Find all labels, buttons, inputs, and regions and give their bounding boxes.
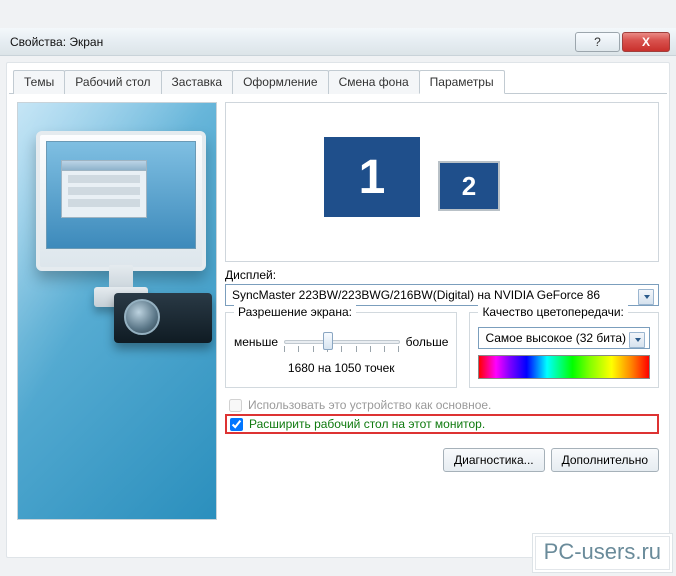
monitor-tile-1[interactable]: 1 [322,135,422,219]
tab-screensaver[interactable]: Заставка [161,70,234,94]
window-title: Свойства: Экран [10,35,103,49]
gpu-illustration [114,293,212,343]
monitor-id: 1 [359,150,386,205]
watermark: PC-users.ru [535,536,670,570]
display-select[interactable]: SyncMaster 223BW/223BWG/216BW(Digital) н… [225,284,659,306]
resolution-slider[interactable] [284,329,399,355]
resolution-value: 1680 на 1050 точек [234,361,448,375]
option-groups: Разрешение экрана: меньше больше 1680 на… [225,312,659,388]
tab-background[interactable]: Смена фона [328,70,420,94]
tab-appearance[interactable]: Оформление [232,70,328,94]
help-icon: ? [594,35,601,49]
color-select-value: Самое высокое (32 бита) [485,331,626,345]
dialog-window: Свойства: Экран ? X Темы Рабочий стол За… [0,0,676,576]
close-icon: X [642,35,650,49]
tab-label: Заставка [172,75,223,89]
color-spectrum [478,355,650,379]
display-select-value: SyncMaster 223BW/223BWG/216BW(Digital) н… [232,288,600,302]
close-button[interactable]: X [622,32,670,52]
settings-button-row: Диагностика... Дополнительно [225,448,659,472]
diagnostics-button[interactable]: Диагностика... [443,448,545,472]
monitor-tile-2[interactable]: 2 [438,161,500,211]
resolution-legend: Разрешение экрана: [234,305,356,319]
extend-desktop-label: Расширить рабочий стол на этот монитор. [249,417,485,431]
tab-desktop[interactable]: Рабочий стол [64,70,161,94]
button-label: Дополнительно [562,453,648,467]
slider-less-label: меньше [234,335,278,349]
monitor-illustration [36,131,206,271]
monitor-arrangement[interactable]: 1 2 [225,102,659,262]
checkbox-block: Использовать это устройство как основное… [225,396,659,434]
dialog-body: Темы Рабочий стол Заставка Оформление См… [6,62,670,558]
tab-label: Оформление [243,75,317,89]
tab-label: Параметры [430,75,494,89]
resolution-group: Разрешение экрана: меньше больше 1680 на… [225,312,457,388]
tab-label: Смена фона [339,75,409,89]
primary-device-checkbox [229,399,242,412]
advanced-button[interactable]: Дополнительно [551,448,659,472]
settings-right-column: 1 2 Дисплей: SyncMaster 223BW/223BWG/216… [225,102,659,520]
slider-thumb[interactable] [323,332,333,350]
display-label: Дисплей: [225,268,659,282]
tab-bar: Темы Рабочий стол Заставка Оформление См… [9,65,667,94]
help-button[interactable]: ? [575,32,620,52]
tab-label: Рабочий стол [75,75,150,89]
monitor-id: 2 [462,171,476,202]
extend-desktop-checkbox-row[interactable]: Расширить рабочий стол на этот монитор. [225,414,659,434]
button-label: Диагностика... [454,453,534,467]
tab-panel-settings: 1 2 Дисплей: SyncMaster 223BW/223BWG/216… [9,94,667,528]
titlebar: Свойства: Экран ? X [0,28,676,56]
primary-device-checkbox-row[interactable]: Использовать это устройство как основное… [225,396,659,414]
color-quality-select[interactable]: Самое высокое (32 бита) [478,327,650,349]
watermark-text: PC-users.ru [544,539,661,564]
tab-themes[interactable]: Темы [13,70,65,94]
color-group: Качество цветопередачи: Самое высокое (3… [469,312,659,388]
tab-settings[interactable]: Параметры [419,70,505,94]
extend-desktop-checkbox[interactable] [230,418,243,431]
display-row: Дисплей: SyncMaster 223BW/223BWG/216BW(D… [225,268,659,306]
color-legend: Качество цветопередачи: [478,305,627,319]
slider-more-label: больше [406,335,449,349]
tab-label: Темы [24,75,54,89]
illustration-panel [17,102,217,520]
primary-device-label: Использовать это устройство как основное… [248,398,491,412]
